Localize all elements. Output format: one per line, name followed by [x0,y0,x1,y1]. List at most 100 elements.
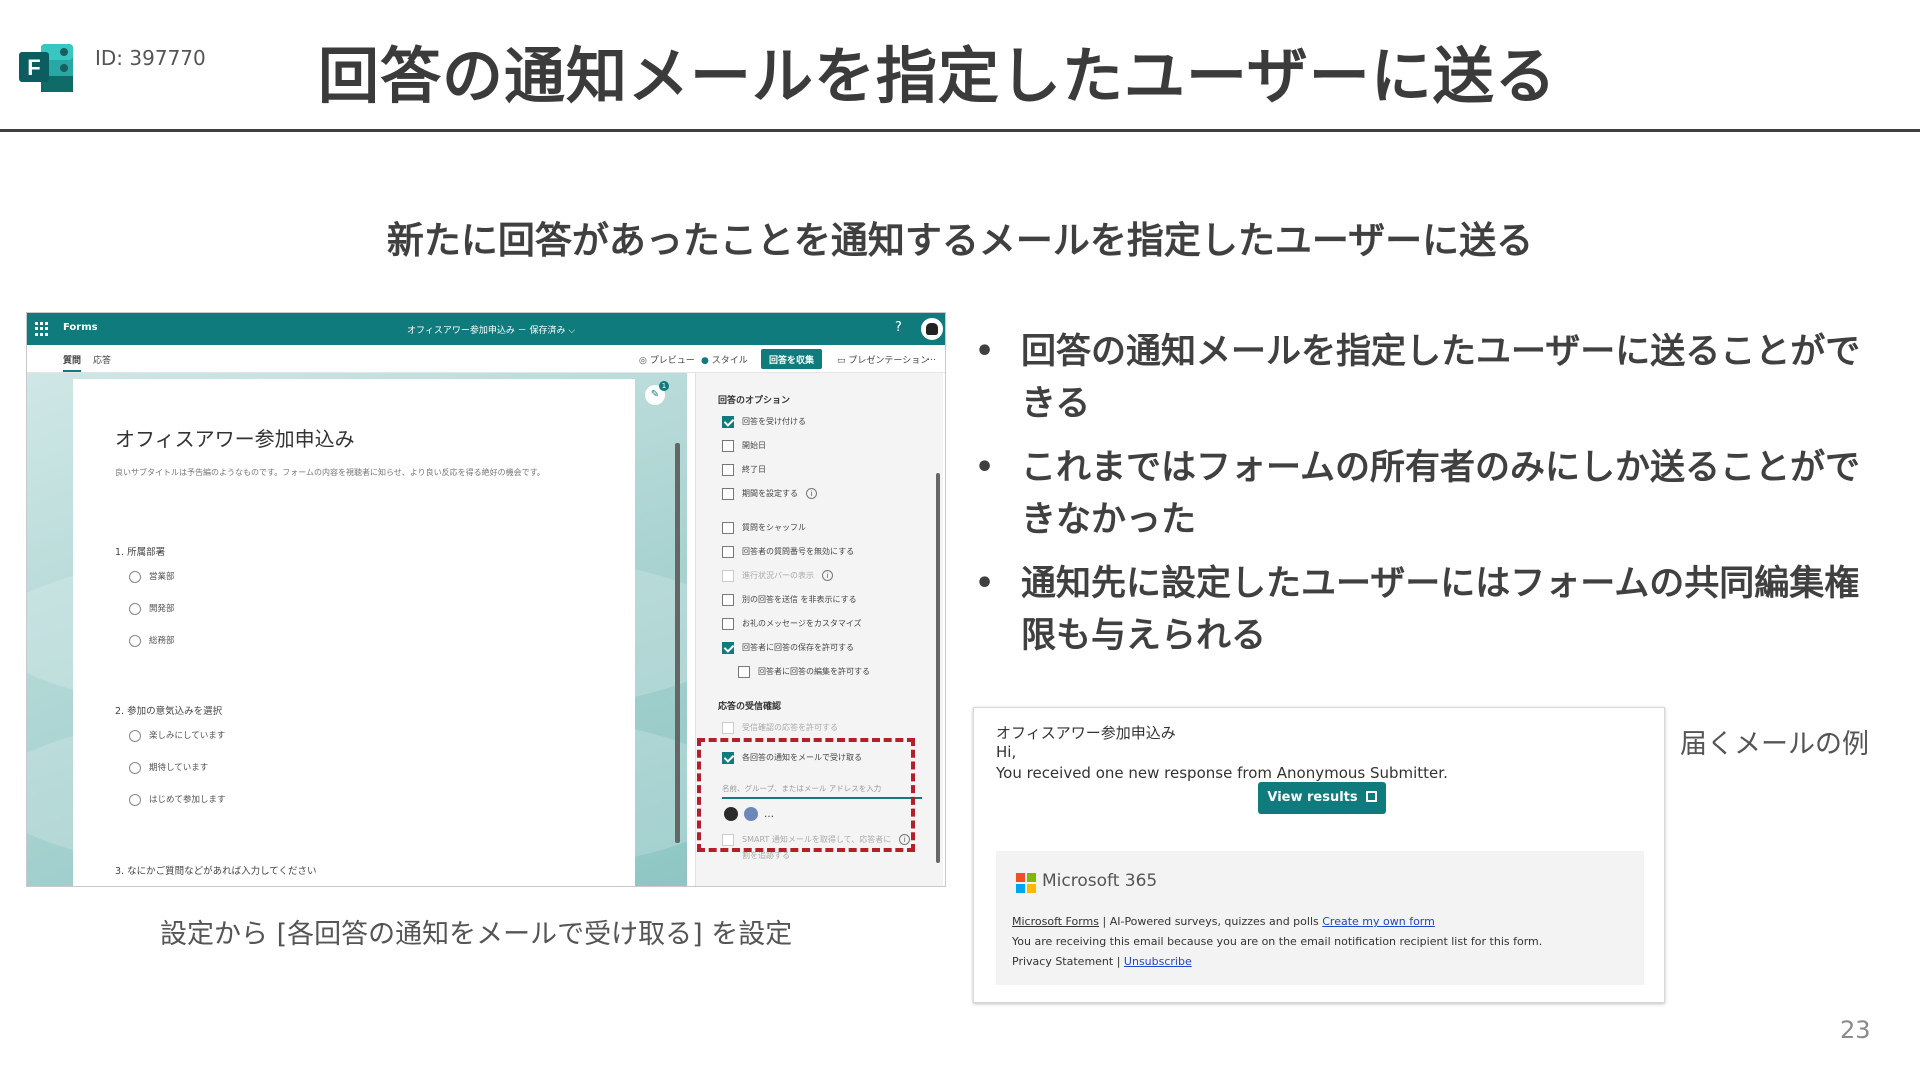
style-button[interactable]: ● スタイル [701,353,748,366]
checkbox[interactable] [722,439,734,452]
notification-badge: 1 [659,381,669,391]
setting-label: 質問をシャッフル [742,523,806,532]
checkbox[interactable] [722,545,734,558]
setting-end-date[interactable]: 終了日 [722,463,766,477]
radio-option[interactable]: 楽しみにしています [129,729,225,742]
setting-label: 受信確認の応答を許可する [742,723,838,732]
checkbox-checked[interactable] [722,415,734,428]
forms-app-bar: Forms オフィスアワー参加申込み － 保存済み ⌵ ? [27,313,945,345]
canvas-scrollbar[interactable] [675,443,680,843]
radio-option[interactable]: 総務部 [129,634,175,647]
option-label: はじめて参加します [149,795,226,805]
setting-disable-question-numbers[interactable]: 回答者の質問番号を無効にする [722,545,854,559]
setting-label: 回答者に回答の編集を許可する [758,667,870,676]
help-icon[interactable]: ? [895,320,902,335]
radio-option[interactable]: 営業部 [129,570,175,583]
setting-set-period[interactable]: 期間を設定する i [722,487,817,501]
setting-label: お礼のメッセージをカスタマイズ [742,619,862,628]
bullet-text: 通知先に設定したユーザーにはフォームの共同編集権限も与えられる [1021,564,1860,656]
radio-option[interactable]: はじめて参加します [129,793,226,806]
email-example: オフィスアワー参加申込み Hi, You received one new re… [973,707,1665,1003]
question-title[interactable]: 3. なにかご質問などがあれば入力してください [115,863,317,877]
response-options-heading: 回答のオプション [718,396,791,406]
setting-start-date[interactable]: 開始日 [722,439,766,453]
setting-hide-submit-another[interactable]: 別の回答を送信 を非表示にする [722,593,857,607]
option-label: 開発部 [149,604,175,614]
document-title[interactable]: オフィスアワー参加申込み － 保存済み ⌵ [407,323,575,336]
info-icon[interactable]: i [822,570,833,581]
email-caption: 届くメールの例 [1680,729,1869,760]
more-options-icon[interactable]: … [927,353,936,363]
radio-option[interactable]: 開発部 [129,602,175,615]
bullet-icon: • [975,450,995,485]
setting-accept-responses[interactable]: 回答を受け付ける [722,415,806,429]
page-number: 23 [1840,1016,1871,1044]
radio-button[interactable] [129,761,141,774]
info-icon[interactable]: i [806,488,817,499]
radio-button[interactable] [129,570,141,583]
footer-product[interactable]: Microsoft Forms [1012,915,1099,928]
email-greeting: Hi, [996,743,1017,761]
form-card: オフィスアワー参加申込み 良いサブタイトルは予告編のようなものです。フォームの内… [73,379,635,886]
collect-responses-button[interactable]: 回答を収集 [761,349,823,369]
preview-label: プレビュー [649,356,695,366]
checkbox-checked[interactable] [722,641,734,654]
app-name[interactable]: Forms [63,322,98,333]
email-message: You received one new response from Anony… [996,764,1448,782]
monitor-icon: ▭ [837,356,849,366]
radio-button[interactable] [129,729,141,742]
preview-button[interactable]: ◎ プレビュー [639,353,695,366]
setting-label: 期間を設定する [742,489,798,498]
present-label: プレゼンテーション [848,356,930,366]
privacy-statement[interactable]: Privacy Statement [1012,955,1113,968]
tab-questions[interactable]: 質問 [63,353,82,372]
checkbox[interactable] [722,521,734,534]
radio-option[interactable]: 期待しています [129,761,208,774]
setting-receipt-faded: 受信確認の応答を許可する [722,721,838,735]
radio-button[interactable] [129,634,141,647]
link-separator: | [1113,955,1124,968]
screenshot-caption: 設定から [各回答の通知をメールで受け取る] を設定 [160,919,793,950]
checkbox[interactable] [738,665,750,678]
bullet-item: • 通知先に設定したユーザーにはフォームの共同編集権限も与えられる [975,558,1865,662]
question-title[interactable]: 1. 所属部署 [115,544,165,558]
user-avatar[interactable] [921,318,943,340]
app-launcher-icon[interactable] [35,322,49,336]
unsubscribe-link[interactable]: Unsubscribe [1124,955,1192,968]
view-results-label: View results [1267,790,1358,805]
setting-label: 進行状況バーの表示 [742,571,814,580]
setting-allow-edit-response[interactable]: 回答者に回答の編集を許可する [738,665,870,679]
radio-button[interactable] [129,793,141,806]
create-form-link[interactable]: Create my own form [1322,915,1435,928]
present-button[interactable]: ▭ プレゼンテーション [837,353,929,366]
settings-scrollbar[interactable] [936,473,940,863]
forms-toolbar: 質問 応答 ◎ プレビュー ● スタイル 回答を収集 ▭ プレゼンテーション … [27,345,945,373]
footer-notice: You are receiving this email because you… [1012,935,1543,948]
microsoft-logo-icon [1016,873,1036,893]
highlight-box [697,738,915,852]
checkbox-disabled [722,569,734,582]
form-canvas: オフィスアワー参加申込み 良いサブタイトルは予告編のようなものです。フォームの内… [27,373,747,886]
footer-tagline: | AI-Powered surveys, quizzes and polls [1099,915,1323,928]
checkbox[interactable] [722,617,734,630]
eye-icon: ◎ [639,356,650,366]
option-label: 営業部 [149,572,175,582]
checkbox[interactable] [722,593,734,606]
form-title[interactable]: オフィスアワー参加申込み [115,423,355,452]
checkbox[interactable] [722,463,734,476]
form-description[interactable]: 良いサブタイトルは予告編のようなものです。フォームの内容を視聴者に知らせ、より良… [115,467,545,478]
setting-custom-thank-you[interactable]: お礼のメッセージをカスタマイズ [722,617,862,631]
microsoft-forms-icon: F [19,44,73,92]
radio-button[interactable] [129,602,141,615]
bullet-item: • これまではフォームの所有者のみにしか送ることができなかった [975,442,1865,546]
email-footer: Microsoft 365 Microsoft Forms | AI-Power… [996,851,1644,985]
checkbox[interactable] [722,487,734,500]
view-results-button[interactable]: View results [1258,782,1386,814]
option-label: 楽しみにしています [149,731,226,741]
setting-label: 回答者の質問番号を無効にする [742,547,855,556]
setting-allow-save-response[interactable]: 回答者に回答の保存を許可する [722,641,854,655]
slide-subtitle: 新たに回答があったことを通知するメールを指定したユーザーに送る [386,219,1534,262]
question-title[interactable]: 2. 参加の意気込みを選択 [115,703,222,717]
tab-responses[interactable]: 応答 [93,353,111,366]
setting-shuffle-questions[interactable]: 質問をシャッフル [722,521,806,535]
